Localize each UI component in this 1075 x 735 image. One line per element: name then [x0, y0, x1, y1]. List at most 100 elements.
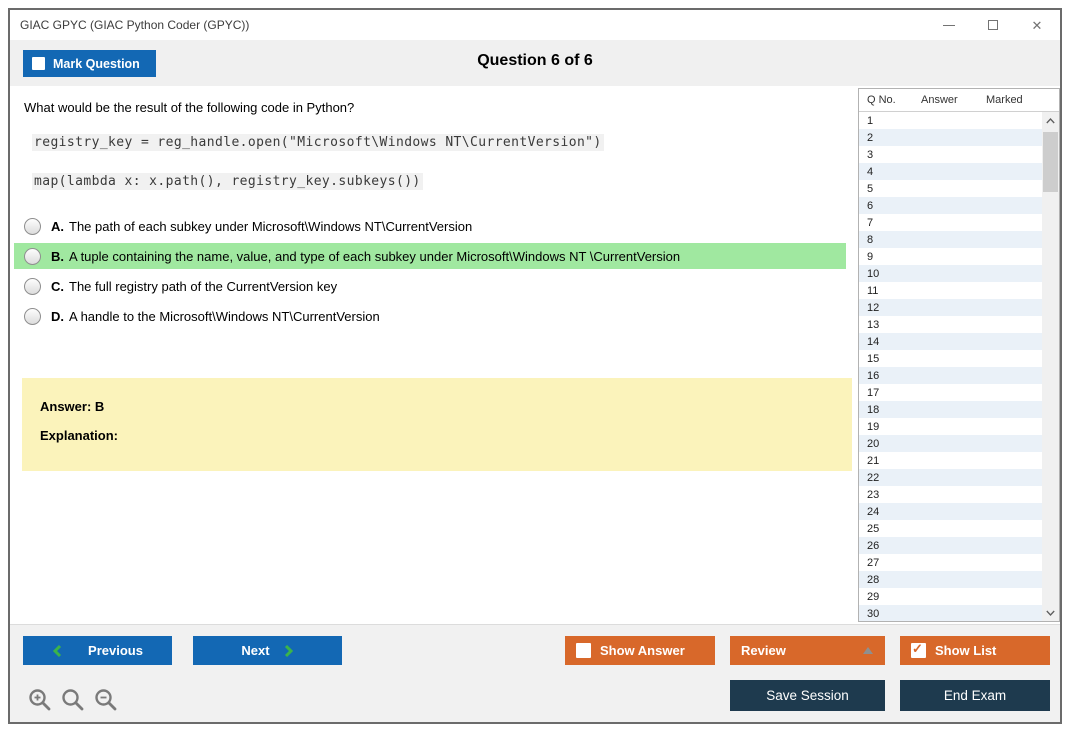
question-list-row[interactable]: 20: [859, 435, 1042, 452]
scroll-up-icon[interactable]: [1042, 112, 1059, 129]
code-block: registry_key = reg_handle.open("Microsof…: [32, 134, 856, 190]
question-list-row[interactable]: 6: [859, 197, 1042, 214]
next-label: Next: [241, 643, 270, 658]
question-prompt: What would be the result of the followin…: [24, 100, 355, 115]
question-list-row[interactable]: 13: [859, 316, 1042, 333]
question-list-header: Q No. Answer Marked: [859, 89, 1059, 112]
question-list-row[interactable]: 16: [859, 367, 1042, 384]
content-area: What would be the result of the followin…: [10, 86, 1060, 624]
question-list-row[interactable]: 2: [859, 129, 1042, 146]
question-list-row[interactable]: 7: [859, 214, 1042, 231]
question-list-row[interactable]: 3: [859, 146, 1042, 163]
question-number: 30: [867, 607, 880, 620]
minimize-icon[interactable]: [942, 18, 956, 32]
code-line-1: registry_key = reg_handle.open("Microsof…: [32, 134, 604, 151]
question-list-row[interactable]: 17: [859, 384, 1042, 401]
question-list-row[interactable]: 12: [859, 299, 1042, 316]
window-title: GIAC GPYC (GIAC Python Coder (GPYC)): [20, 18, 250, 32]
magnifier-icon[interactable]: [61, 688, 85, 712]
question-number: 3: [867, 148, 874, 161]
question-area: What would be the result of the followin…: [10, 86, 856, 624]
question-number: 22: [867, 471, 880, 484]
question-counter: Question 6 of 6: [477, 52, 593, 69]
question-number: 29: [867, 590, 880, 603]
option-letter: D.: [51, 308, 64, 324]
question-number: 26: [867, 539, 880, 552]
question-list-row[interactable]: 14: [859, 333, 1042, 350]
end-exam-button[interactable]: End Exam: [900, 680, 1050, 711]
question-list-row[interactable]: 26: [859, 537, 1042, 554]
question-number: 27: [867, 556, 880, 569]
question-number: 10: [867, 267, 880, 280]
option-letter: A.: [51, 218, 64, 234]
question-list-row[interactable]: 25: [859, 520, 1042, 537]
question-list-row[interactable]: 15: [859, 350, 1042, 367]
answer-label: Answer: B: [40, 399, 105, 414]
question-list-row[interactable]: 24: [859, 503, 1042, 520]
question-list-row[interactable]: 11: [859, 282, 1042, 299]
question-list-row[interactable]: 21: [859, 452, 1042, 469]
option-radio[interactable]: [24, 277, 41, 295]
question-number: 19: [867, 420, 880, 433]
column-marked: Marked: [986, 94, 1023, 106]
show-list-checkbox[interactable]: [911, 641, 926, 658]
close-icon[interactable]: ✕: [1030, 18, 1044, 32]
scroll-down-icon[interactable]: [1042, 604, 1059, 621]
question-number: 24: [867, 505, 880, 518]
scrollbar[interactable]: [1042, 112, 1059, 621]
answer-option-d[interactable]: D. A handle to the Microsoft\Windows NT\C…: [14, 303, 846, 329]
show-answer-button[interactable]: Show Answer: [565, 636, 715, 665]
option-letter: B.: [51, 248, 64, 264]
maximize-icon[interactable]: [986, 18, 1000, 32]
title-bar: GIAC GPYC (GIAC Python Coder (GPYC)) ✕: [10, 10, 1060, 40]
question-list-row[interactable]: 18: [859, 401, 1042, 418]
option-radio[interactable]: [24, 307, 41, 325]
question-number: 5: [867, 182, 874, 195]
show-answer-label: Show Answer: [600, 643, 685, 658]
question-list-row[interactable]: 22: [859, 469, 1042, 486]
question-list-row[interactable]: 19: [859, 418, 1042, 435]
end-exam-label: End Exam: [943, 688, 1007, 703]
option-text: The path of each subkey under Microsoft\…: [69, 218, 473, 234]
question-number: 14: [867, 335, 880, 348]
answer-option-b[interactable]: B. A tuple containing the name, value, an…: [14, 243, 846, 269]
answer-option-c[interactable]: C. The full registry path of the CurrentV…: [14, 273, 846, 299]
review-button[interactable]: Review: [730, 636, 885, 665]
question-number: 20: [867, 437, 880, 450]
question-list-row[interactable]: 4: [859, 163, 1042, 180]
question-number: 17: [867, 386, 880, 399]
question-number: 12: [867, 301, 880, 314]
question-list-row[interactable]: 5: [859, 180, 1042, 197]
app-window: GIAC GPYC (GIAC Python Coder (GPYC)) ✕ M…: [8, 8, 1062, 724]
question-list-row[interactable]: 28: [859, 571, 1042, 588]
question-list-row[interactable]: 29: [859, 588, 1042, 605]
code-line-2: map(lambda x: x.path(), registry_key.sub…: [32, 173, 423, 190]
question-list-row[interactable]: 27: [859, 554, 1042, 571]
show-list-button[interactable]: Show List: [900, 636, 1050, 665]
answer-option-a[interactable]: A. The path of each subkey under Microsof…: [14, 213, 846, 239]
zoom-out-icon[interactable]: [94, 688, 118, 712]
question-list-row[interactable]: 30: [859, 605, 1042, 621]
show-answer-checkbox[interactable]: [576, 643, 591, 658]
question-list-row[interactable]: 23: [859, 486, 1042, 503]
answer-box: Answer: B Explanation:: [22, 378, 852, 471]
option-letter: C.: [51, 278, 64, 294]
options-list: A. The path of each subkey under Microsof…: [10, 213, 856, 329]
question-list-row[interactable]: 1: [859, 112, 1042, 129]
window-controls: ✕: [942, 10, 1044, 40]
next-button[interactable]: Next: [193, 636, 342, 665]
question-list-row[interactable]: 9: [859, 248, 1042, 265]
option-text: A handle to the Microsoft\Windows NT\Cur…: [69, 308, 380, 324]
save-session-button[interactable]: Save Session: [730, 680, 885, 711]
question-list-row[interactable]: 8: [859, 231, 1042, 248]
question-list-body: 1 2 3 4 5 6 7 8 9 10 11 12 13 14 15 16 17 18 19 20 21 22 23 24 2…: [859, 112, 1059, 621]
zoom-in-icon[interactable]: [28, 688, 52, 712]
option-radio[interactable]: [24, 247, 41, 265]
question-number: 21: [867, 454, 880, 467]
previous-button[interactable]: Previous: [23, 636, 172, 665]
review-label: Review: [741, 643, 786, 658]
question-list-row[interactable]: 10: [859, 265, 1042, 282]
option-radio[interactable]: [24, 217, 41, 235]
chevron-right-icon: [284, 644, 293, 657]
scrollbar-thumb[interactable]: [1043, 132, 1058, 192]
